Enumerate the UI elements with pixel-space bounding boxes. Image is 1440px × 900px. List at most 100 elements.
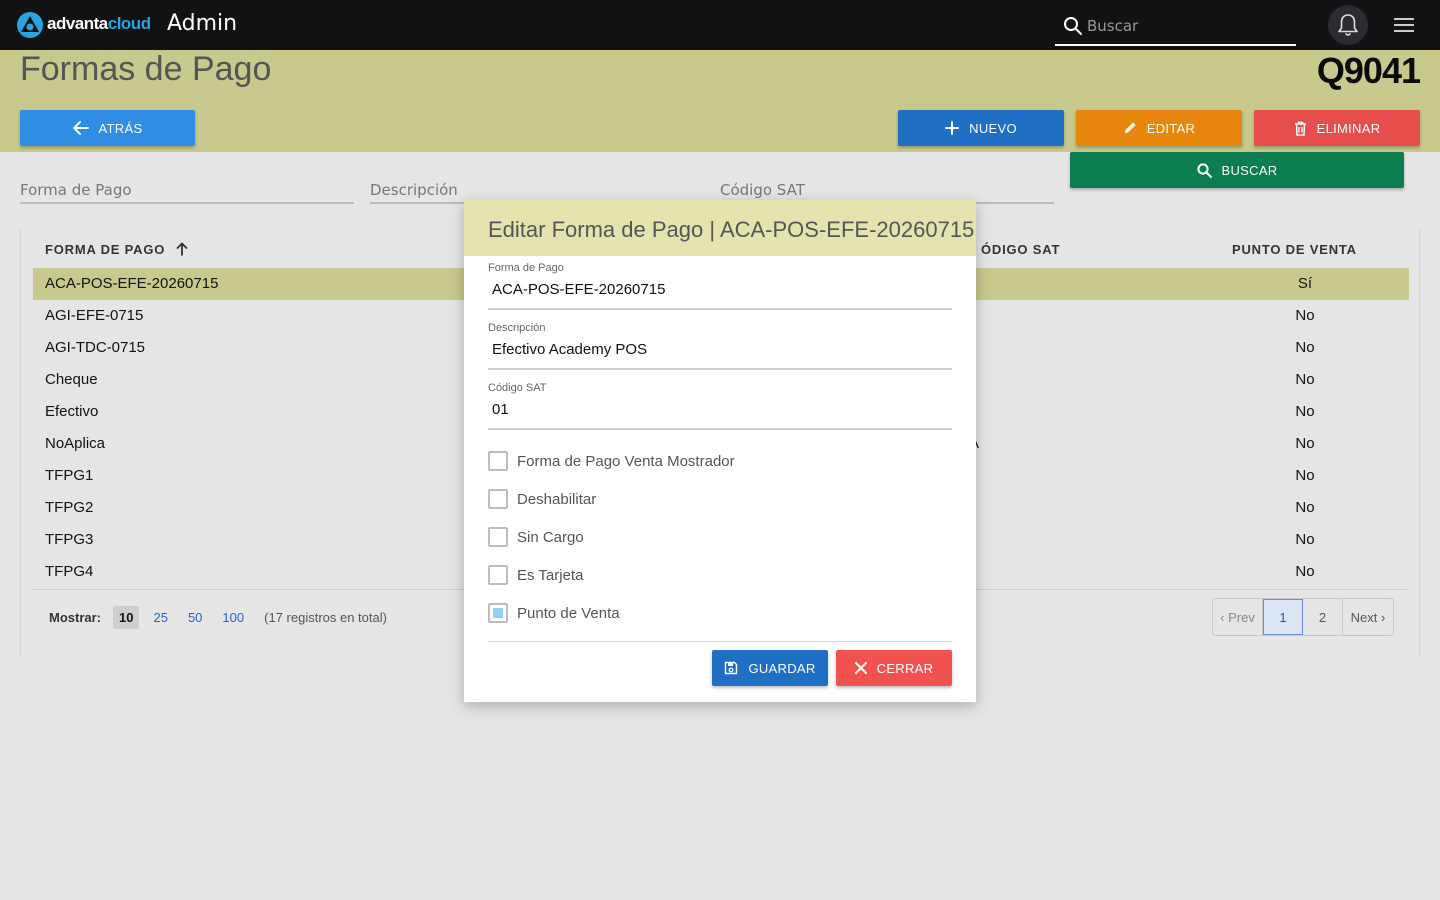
brand-accent-text: cloud [107,14,151,33]
search-icon [1064,17,1083,36]
cell-forma-pago: AGI-TDC-0715 [45,339,146,356]
next-page-button[interactable]: Next › [1343,599,1393,635]
codigo-sat-field: Código SAT [488,382,952,430]
cell-punto-venta: No [1295,435,1315,452]
pagination: ‹ Prev 1 2 Next › [1212,598,1394,636]
app-title: Admin [167,11,238,36]
page-code: Q9041 [1316,50,1421,91]
sort-ascending-icon [176,242,188,256]
checkbox-venta-mostrador-box[interactable] [488,451,508,471]
prev-page-button[interactable]: ‹ Prev [1213,599,1263,635]
pencil-icon [1124,122,1136,133]
global-search[interactable] [1055,8,1296,46]
page-size-option-100[interactable]: 100 [216,606,250,629]
page-size-option-50[interactable]: 50 [182,606,208,629]
brand-name[interactable]: advantacloud [47,14,151,34]
notifications-button[interactable] [1328,5,1368,45]
descripcion-field: Descripción [488,322,952,370]
cell-forma-pago: TFPG3 [45,531,94,548]
checkbox-es-tarjeta-box[interactable] [488,565,508,585]
checkbox-es-tarjeta[interactable]: Es Tarjeta [488,563,583,587]
dialog-divider [488,641,952,642]
forma-pago-field: Forma de Pago [488,262,952,310]
page-size-option-10[interactable]: 10 [113,605,140,629]
brand-main-text: advanta [47,14,108,33]
cell-punto-venta: No [1295,499,1315,516]
cell-punto-venta: No [1295,563,1315,580]
checkbox-sin-cargo-label: Sin Cargo [517,528,584,546]
checkbox-es-tarjeta-label: Es Tarjeta [517,566,584,584]
column-header-forma-pago-label: FORMA DE PAGO [45,242,166,257]
cell-punto-venta: Sí [1297,275,1313,292]
checkbox-deshabilitar[interactable]: Deshabilitar [488,487,596,511]
close-button[interactable]: CERRAR [836,650,952,686]
checkbox-sin-cargo[interactable]: Sin Cargo [488,525,584,549]
save-button-label: GUARDAR [748,660,816,676]
filter-codigo-sat-label: Código SAT [720,181,805,199]
checkbox-punto-venta-label: Punto de Venta [517,604,620,622]
close-button-label: CERRAR [876,660,934,676]
cell-punto-venta: No [1295,403,1315,420]
cell-forma-pago: TFPG1 [45,467,94,484]
search-button-label: BUSCAR [1221,162,1278,178]
back-button[interactable]: ATRÁS [20,110,195,146]
cell-forma-pago: TFPG2 [45,499,94,516]
search-icon [1196,162,1212,178]
cell-forma-pago: Efectivo [45,403,99,420]
edit-button-label: EDITAR [1146,120,1196,136]
close-icon [854,662,867,674]
checkbox-punto-venta-box[interactable] [488,603,508,623]
edit-payment-method-dialog: Editar Forma de Pago | ACA-POS-EFE-20260… [464,200,976,702]
global-search-input[interactable] [1087,14,1287,38]
descripcion-input[interactable] [492,338,942,360]
page-2-button[interactable]: 2 [1303,599,1343,635]
codigo-sat-input[interactable] [492,398,942,420]
forma-pago-field-label: Forma de Pago [488,262,564,274]
trash-icon [1294,121,1306,136]
cell-forma-pago: Cheque [45,371,98,388]
records-total: (17 registros en total) [264,609,387,625]
column-header-punto-venta[interactable]: PUNTO DE VENTA [1232,242,1357,257]
filter-forma-pago[interactable]: Forma de Pago [20,178,354,204]
checkbox-deshabilitar-label: Deshabilitar [517,490,597,508]
cell-punto-venta: No [1295,467,1315,484]
forma-pago-input[interactable] [492,278,942,300]
checkbox-deshabilitar-box[interactable] [488,489,508,509]
dialog-header: Editar Forma de Pago | ACA-POS-EFE-20260… [464,200,976,256]
back-button-label: ATRÁS [98,120,143,136]
descripcion-field-label: Descripción [488,322,546,334]
plus-icon [945,121,960,135]
page-title: Formas de Pago [20,50,272,88]
menu-icon[interactable] [1394,17,1414,33]
cell-forma-pago: AGI-EFE-0715 [45,307,144,324]
cell-punto-venta: No [1295,307,1315,324]
codigo-sat-field-label: Código SAT [488,382,547,394]
new-button-label: NUEVO [969,120,1017,136]
cell-punto-venta: No [1295,339,1315,356]
column-header-forma-pago[interactable]: FORMA DE PAGO [45,242,188,257]
cell-forma-pago: TFPG4 [45,563,94,580]
new-button[interactable]: NUEVO [898,110,1064,146]
cell-forma-pago: ACA-POS-EFE-20260715 [45,275,219,292]
column-header-codigo-sat[interactable]: ÓDIGO SAT [981,242,1060,257]
page-1-button[interactable]: 1 [1263,599,1303,635]
page-size-label: Mostrar: [49,609,102,625]
delete-button[interactable]: ELIMINAR [1254,110,1420,146]
checkbox-venta-mostrador[interactable]: Forma de Pago Venta Mostrador [488,449,735,473]
page-size-selector: Mostrar: 10 25 50 100 (17 registros en t… [49,600,387,634]
arrow-left-icon [72,121,89,135]
filter-forma-pago-label: Forma de Pago [20,181,132,199]
checkbox-punto-venta[interactable]: Punto de Venta [488,601,620,625]
floppy-disk-icon [725,661,738,675]
cell-punto-venta: No [1295,371,1315,388]
edit-button[interactable]: EDITAR [1076,110,1242,146]
advantacloud-logo-icon[interactable] [16,11,44,39]
checkbox-sin-cargo-box[interactable] [488,527,508,547]
bell-icon [1338,14,1358,36]
cell-forma-pago: NoAplica [45,435,106,452]
page-size-option-25[interactable]: 25 [147,606,173,629]
checkbox-venta-mostrador-label: Forma de Pago Venta Mostrador [517,452,735,470]
search-button[interactable]: BUSCAR [1070,152,1404,188]
save-button[interactable]: GUARDAR [712,650,828,686]
filter-descripcion-label: Descripción [370,181,458,199]
